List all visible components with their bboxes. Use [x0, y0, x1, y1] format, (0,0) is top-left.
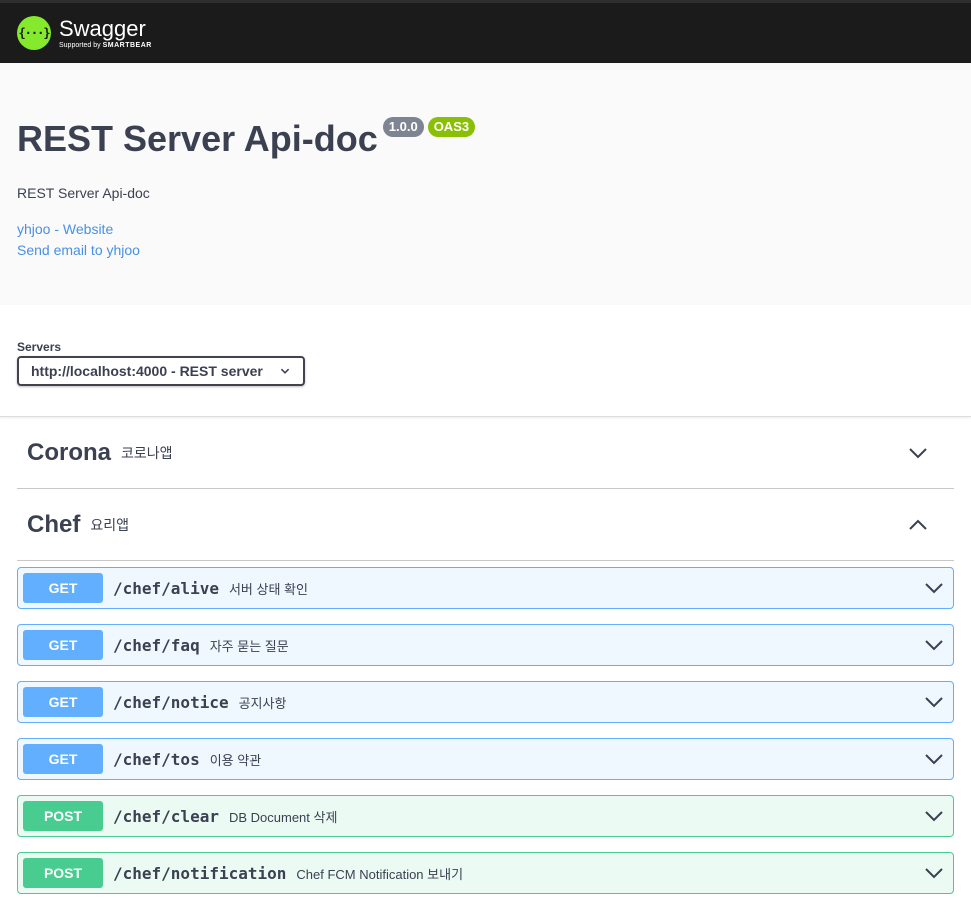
server-select[interactable]: http://localhost:4000 - REST server: [17, 356, 305, 386]
tag-name: Chef: [27, 510, 81, 538]
page-title: REST Server Api-doc: [17, 118, 378, 159]
email-link[interactable]: Send email to yhjoo: [17, 240, 954, 261]
operation-path: /chef/notice: [113, 692, 229, 712]
operation-get-chef-notice[interactable]: GET /chef/notice 공지사항: [17, 681, 954, 723]
operation-get-chef-alive[interactable]: GET /chef/alive 서버 상태 확인: [17, 567, 954, 609]
server-select-value: http://localhost:4000 - REST server: [31, 363, 263, 379]
version-badge: 1.0.0: [382, 117, 424, 137]
swagger-logo[interactable]: {···} Swagger Supported by SMARTBEAR: [17, 16, 152, 50]
operation-summary: 공지사항: [238, 695, 287, 711]
contact-links: yhjoo - Website Send email to yhjoo: [17, 219, 954, 261]
website-link[interactable]: yhjoo - Website: [17, 219, 954, 240]
api-info: REST Server Api-doc 1.0.0 OAS3 REST Serv…: [0, 63, 971, 305]
operation-get-chef-faq[interactable]: GET /chef/faq 자주 묻는 질문: [17, 624, 954, 666]
logo-name: Swagger: [59, 15, 146, 41]
topbar: {···} Swagger Supported by SMARTBEAR: [0, 0, 971, 63]
oas-badge: OAS3: [427, 117, 476, 137]
api-description: REST Server Api-doc: [17, 185, 150, 201]
tag-description: 코로나앱: [121, 444, 173, 461]
tag-name: Corona: [27, 438, 111, 466]
logo-sub-prefix: Supported by: [59, 41, 101, 49]
operation-summary: 자주 묻는 질문: [209, 638, 289, 654]
tag-description: 요리앱: [90, 516, 129, 533]
method-badge: GET: [23, 744, 103, 774]
operation-path: /chef/notification: [113, 863, 287, 883]
operation-summary: 이용 약관: [209, 752, 262, 768]
chevron-down-icon: [925, 811, 943, 822]
operation-path: /chef/clear: [113, 806, 219, 826]
tag-chef[interactable]: Chef 요리앱: [17, 489, 954, 561]
logo-sub-brand: SMARTBEAR: [102, 41, 152, 49]
method-badge: GET: [23, 687, 103, 717]
operation-path: /chef/tos: [113, 749, 200, 769]
logo-subtitle: Supported by SMARTBEAR: [59, 42, 152, 49]
servers-section: Servers http://localhost:4000 - REST ser…: [0, 305, 971, 417]
chevron-down-icon: [925, 868, 943, 879]
method-badge: GET: [23, 573, 103, 603]
method-badge: POST: [23, 858, 103, 888]
tag-corona[interactable]: Corona 코로나앱: [17, 417, 954, 489]
chevron-down-icon: [909, 447, 927, 458]
chevron-down-icon: [280, 368, 290, 374]
chef-operations: GET /chef/alive 서버 상태 확인 GET /chef/faq 자…: [17, 567, 954, 894]
swagger-logo-icon: {···}: [17, 16, 51, 50]
operation-post-chef-notification[interactable]: POST /chef/notification Chef FCM Notific…: [17, 852, 954, 894]
method-badge: POST: [23, 801, 103, 831]
operation-summary: 서버 상태 확인: [228, 581, 308, 597]
servers-label: Servers: [17, 340, 62, 354]
chevron-down-icon: [925, 697, 943, 708]
title-row: REST Server Api-doc 1.0.0 OAS3: [17, 117, 954, 161]
operation-get-chef-tos[interactable]: GET /chef/tos 이용 약관: [17, 738, 954, 780]
operation-post-chef-clear[interactable]: POST /chef/clear DB Document 삭제: [17, 795, 954, 837]
chevron-down-icon: [925, 754, 943, 765]
chevron-up-icon: [909, 519, 927, 530]
chevron-down-icon: [925, 583, 943, 594]
operation-path: /chef/faq: [113, 635, 200, 655]
logo-text: Swagger Supported by SMARTBEAR: [59, 15, 152, 49]
operation-summary: Chef FCM Notification 보내기: [296, 866, 464, 882]
method-badge: GET: [23, 630, 103, 660]
operations-section: Corona 코로나앱 Chef 요리앱 GET /chef/alive 서버 …: [0, 417, 971, 894]
operation-summary: DB Document 삭제: [228, 809, 338, 825]
operation-path: /chef/alive: [113, 578, 219, 598]
chevron-down-icon: [925, 640, 943, 651]
